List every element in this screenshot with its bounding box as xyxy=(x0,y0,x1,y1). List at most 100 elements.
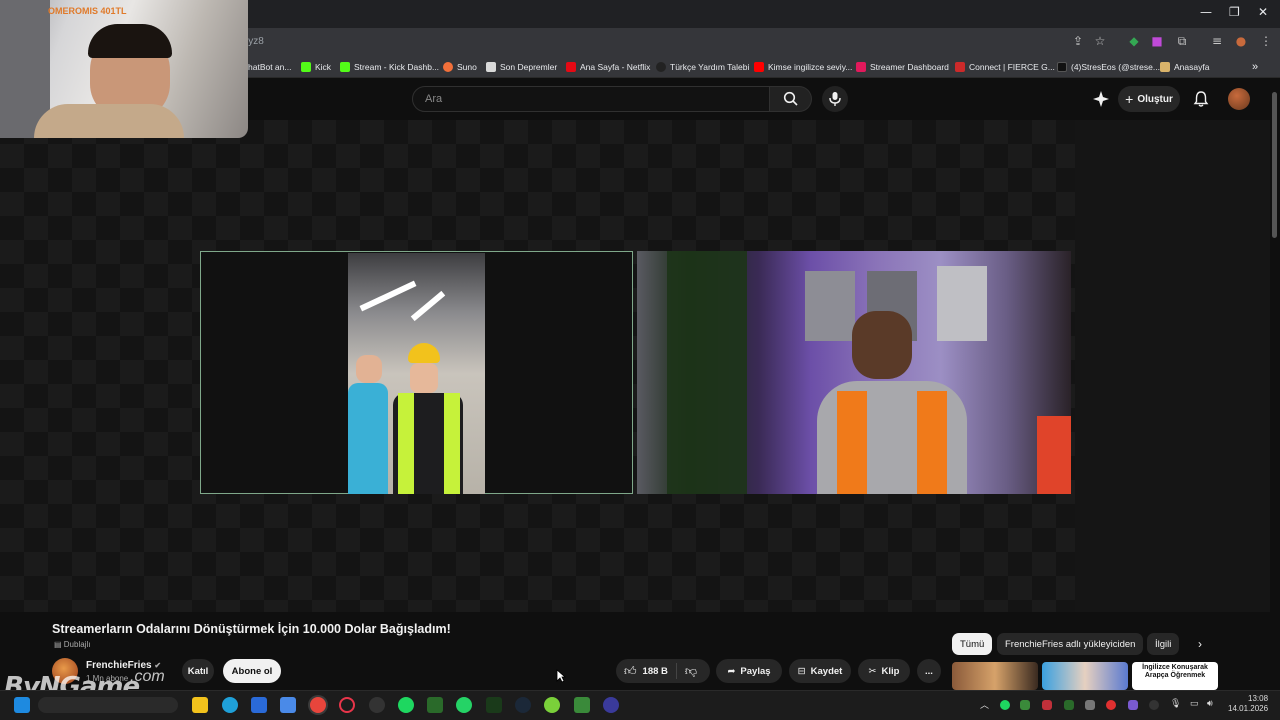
extension-purple-icon[interactable]: ■ xyxy=(1150,34,1164,48)
more-actions-button[interactable]: ... xyxy=(917,659,941,683)
bookmark-item[interactable]: Stream - Kick Dashb... xyxy=(340,61,439,73)
install-icon[interactable]: ⇪ xyxy=(1071,34,1085,48)
account-avatar[interactable] xyxy=(1228,88,1250,110)
edge-icon[interactable] xyxy=(222,697,238,713)
url-text[interactable]: iyz8 xyxy=(246,36,264,47)
bookmark-item[interactable]: Kick xyxy=(301,61,331,73)
tray-shield-icon[interactable] xyxy=(1042,700,1052,710)
sparkle-icon[interactable] xyxy=(1092,90,1110,108)
obs-icon[interactable] xyxy=(369,697,385,713)
bookmark-item[interactable]: Suno xyxy=(443,61,477,73)
watermark-domain: .com xyxy=(130,668,165,685)
bookmark-item[interactable]: Ana Sayfa - Netflix xyxy=(566,61,650,73)
kick-icon xyxy=(301,62,311,72)
chip-related[interactable]: İlgili xyxy=(1147,633,1180,655)
microphone-icon[interactable]: 🎙︎ xyxy=(1170,698,1181,709)
subscribe-button[interactable]: Abone ol xyxy=(223,659,281,683)
system-clock[interactable]: 13:08 14.01.2026 xyxy=(1228,694,1268,714)
tray-app-icon[interactable] xyxy=(1149,700,1159,710)
share-icon: ➦ xyxy=(727,665,736,677)
game-launcher-icon[interactable] xyxy=(544,697,560,713)
mail-icon[interactable] xyxy=(280,697,296,713)
video-player[interactable] xyxy=(0,120,1075,612)
clip-button[interactable]: ✂ Klip xyxy=(858,659,910,683)
chrome-icon[interactable] xyxy=(310,697,326,713)
search-button[interactable] xyxy=(770,86,812,112)
star-icon[interactable]: ☆ xyxy=(1093,34,1107,48)
chip-from-uploader[interactable]: FrenchieFries adlı yükleyiciden xyxy=(997,633,1144,655)
streamer-hair xyxy=(88,24,172,58)
mic-icon xyxy=(829,92,841,106)
volume-icon[interactable]: 🔊︎ xyxy=(1207,698,1213,709)
bookmark-item[interactable]: Connect | FIERCE G... xyxy=(955,61,1055,73)
app-circle-icon[interactable] xyxy=(603,697,619,713)
media-control-icon[interactable]: ≡ xyxy=(1210,34,1224,48)
whatsapp-icon[interactable] xyxy=(456,697,472,713)
file-explorer-icon[interactable] xyxy=(192,697,208,713)
bookmark-item[interactable]: Son Depremler xyxy=(486,61,557,73)
tray-app-icon[interactable] xyxy=(1128,700,1138,710)
taskbar-search[interactable] xyxy=(38,697,178,713)
extensions-icon[interactable]: ⧉ xyxy=(1175,34,1189,48)
bookmark-item[interactable]: Türkçe Yardım Talebi xyxy=(656,61,749,73)
close-icon[interactable]: ✕ xyxy=(1258,5,1268,19)
tray-chevron-icon[interactable]: ︿ xyxy=(980,698,989,711)
kick-app-icon[interactable] xyxy=(486,697,502,713)
tray-nvidia-icon[interactable] xyxy=(1020,700,1030,710)
page-scrollbar-thumb[interactable] xyxy=(1272,92,1277,238)
steam-icon[interactable] xyxy=(515,697,531,713)
home-icon xyxy=(1160,62,1170,72)
tray-app-icon[interactable] xyxy=(1064,700,1074,710)
recommended-thumbnail[interactable] xyxy=(952,662,1038,690)
nvidia-icon[interactable] xyxy=(427,697,443,713)
dubbed-badge: ▤ Dublajlı xyxy=(54,640,91,649)
join-button[interactable]: Katıl xyxy=(182,659,214,683)
menu-dots-icon[interactable]: ⋮ xyxy=(1259,34,1273,48)
save-button[interactable]: ⊟ Kaydet xyxy=(789,659,851,683)
bookmark-item[interactable]: Kimse ingilizce seviy... xyxy=(754,61,852,73)
thumbs-down-icon[interactable]: 👎︎ xyxy=(685,664,697,679)
minecraft-icon[interactable] xyxy=(574,697,590,713)
bookmark-icon: ⊟ xyxy=(797,665,806,677)
donation-label: OMEROMIS 401TL xyxy=(48,6,127,16)
mouse-cursor-icon xyxy=(556,669,566,683)
youtube-icon xyxy=(754,62,764,72)
voice-search-button[interactable] xyxy=(822,86,848,112)
bookmark-item[interactable]: Anasayfa xyxy=(1160,61,1209,73)
recommended-thumbnail[interactable] xyxy=(1042,662,1128,690)
tiktok-icon xyxy=(1057,62,1067,72)
tray-app-icon[interactable] xyxy=(1085,700,1095,710)
chevron-right-icon[interactable]: › xyxy=(1198,637,1202,651)
like-dislike-group: 👍︎ 188 B 👎︎ xyxy=(616,659,710,683)
right-rail-panel xyxy=(1075,120,1270,612)
bookmark-item[interactable]: (4)StresEos (@strese... xyxy=(1057,61,1160,73)
dub-icon: ▤ xyxy=(54,640,64,649)
chip-all[interactable]: Tümü xyxy=(952,633,993,655)
network-icon[interactable]: ▭ xyxy=(1190,698,1199,709)
tray-record-icon[interactable] xyxy=(1106,700,1116,710)
suno-icon xyxy=(443,62,453,72)
store-icon[interactable] xyxy=(251,697,267,713)
fierce-icon xyxy=(955,62,965,72)
create-button[interactable]: + Oluştur xyxy=(1118,86,1180,112)
restore-icon[interactable]: ❐ xyxy=(1229,5,1240,19)
profile-icon[interactable]: ● xyxy=(1234,34,1248,48)
minimize-icon[interactable]: — xyxy=(1200,5,1212,19)
kick-icon xyxy=(340,62,350,72)
plus-icon: + xyxy=(1125,91,1134,107)
share-button[interactable]: ➦ Paylaş xyxy=(716,659,782,683)
notifications-bell-icon[interactable] xyxy=(1192,90,1210,108)
recommended-thumbnail[interactable]: İngilizce Konuşarak Arapça Öğrenmek xyxy=(1132,662,1218,690)
opera-icon[interactable] xyxy=(339,697,355,713)
bookmark-item[interactable]: Streamer Dashboard xyxy=(856,61,949,73)
bookmarks-overflow-button[interactable]: » xyxy=(1252,61,1258,73)
spotify-icon[interactable] xyxy=(398,697,414,713)
bookmark-item[interactable]: hatBot an... xyxy=(248,61,291,73)
extension-shield-icon[interactable]: ◆ xyxy=(1127,34,1141,48)
start-icon[interactable] xyxy=(14,697,30,713)
thumbs-up-icon: 👍︎ xyxy=(624,663,637,678)
like-button[interactable]: 👍︎ 188 B xyxy=(624,664,668,679)
tray-spotify-icon[interactable] xyxy=(1000,700,1010,710)
search-input[interactable]: Ara xyxy=(412,86,770,112)
help-icon xyxy=(656,62,666,72)
